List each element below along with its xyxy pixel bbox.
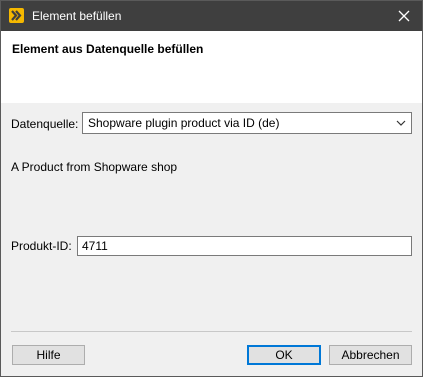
app-logo-icon: [9, 8, 24, 23]
product-id-value: 4711: [82, 239, 108, 253]
close-icon: [398, 10, 410, 22]
chevron-down-icon: [396, 120, 406, 126]
window-title: Element befüllen: [32, 9, 122, 23]
close-button[interactable]: [386, 1, 422, 31]
cancel-button[interactable]: Abbrechen: [329, 345, 412, 365]
datasource-select[interactable]: Shopware plugin product via ID (de): [82, 112, 412, 134]
product-id-input[interactable]: 4711: [77, 236, 412, 256]
product-id-label: Produkt-ID:: [11, 239, 72, 253]
dialog-window: Element befüllen Element aus Datenquelle…: [0, 0, 423, 377]
title-bar[interactable]: Element befüllen: [1, 1, 422, 31]
dialog-heading: Element aus Datenquelle befüllen: [12, 42, 204, 56]
footer-divider: [11, 331, 412, 332]
ok-button[interactable]: OK: [247, 345, 321, 365]
dialog-header: Element aus Datenquelle befüllen: [1, 31, 422, 103]
help-button[interactable]: Hilfe: [12, 345, 85, 365]
datasource-label: Datenquelle:: [11, 117, 79, 131]
datasource-description: A Product from Shopware shop: [11, 160, 178, 174]
datasource-selected-value: Shopware plugin product via ID (de): [88, 116, 280, 130]
